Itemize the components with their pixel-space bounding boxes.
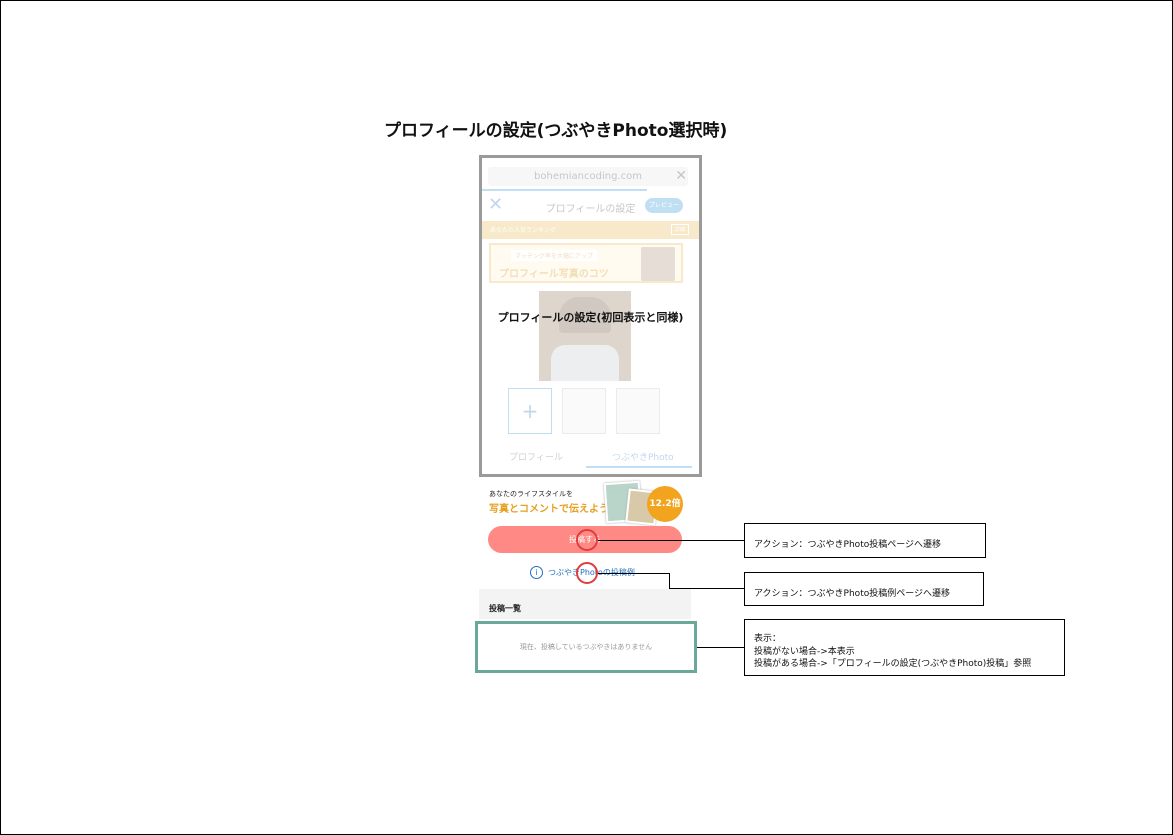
photo-slot[interactable]: [562, 388, 606, 434]
post-list-title: 投稿一覧: [489, 604, 521, 613]
lifestyle-line2: 写真とコメントで伝えよう: [489, 504, 609, 515]
empty-post-list: 現在、投稿しているつぶやきはありません: [475, 621, 697, 673]
ranking-detail-button[interactable]: 詳細: [670, 224, 689, 235]
annotation-text: 投稿がある場合->「プロフィールの設定(つぶやきPhoto)投稿」参照: [754, 659, 1032, 669]
tab-tsubuyaki-photo[interactable]: つぶやきPhoto: [612, 450, 674, 463]
lifestyle-banner[interactable]: あなたのライフスタイルを 写真とコメントで伝えよう 12.2倍: [479, 480, 691, 526]
photo-slot[interactable]: [616, 388, 660, 434]
lifestyle-badge: 12.2倍: [647, 486, 683, 522]
annotation-post-action: アクション：つぶやきPhoto投稿ページへ遷移: [744, 523, 986, 558]
url-bar[interactable]: bohemiancoding.com: [488, 167, 688, 186]
page-title: プロフィールの設定(つぶやきPhoto選択時): [384, 121, 728, 141]
connector-line: [669, 588, 744, 589]
profile-photo-shirt: [551, 345, 619, 381]
annotation-display-rule: 表示： 投稿がない場合->本表示 投稿がある場合->「プロフィールの設定(つぶや…: [744, 619, 1065, 676]
promo-title: プロフィール写真のコツ: [499, 269, 609, 280]
active-tab-indicator: [586, 466, 692, 468]
ranking-banner-text: あなたの人気ランキング: [490, 227, 556, 234]
promo-subtitle: マッチング率を大幅にアップ: [511, 250, 598, 261]
close-icon[interactable]: ✕: [675, 168, 687, 184]
empty-message: 現在、投稿しているつぶやきはありません: [519, 643, 653, 651]
profile-photo[interactable]: [539, 291, 631, 381]
annotation-text: 表示：: [754, 634, 782, 644]
promo-model-image: [641, 247, 675, 281]
connector-line: [598, 573, 670, 574]
lifestyle-line1: あなたのライフスタイルを: [489, 490, 573, 498]
connector-line: [697, 647, 744, 648]
add-photo-button[interactable]: +: [508, 388, 552, 434]
info-icon: i: [530, 566, 543, 579]
tab-profile[interactable]: プロフィール: [509, 450, 563, 463]
preview-button[interactable]: プレビュー: [645, 198, 683, 213]
highlight-circle: [576, 529, 598, 551]
phone-overlay-label: プロフィールの設定(初回表示と同様): [497, 311, 684, 324]
annotation-text: アクション：つぶやきPhoto投稿例ページへ遷移: [754, 589, 951, 599]
photo-tiles: +: [508, 388, 668, 434]
photo-tips-banner[interactable]: マッチング率を大幅にアップ プロフィール写真のコツ: [489, 243, 683, 283]
annotation-example-action: アクション：つぶやきPhoto投稿例ページへ遷移: [744, 572, 984, 606]
connector-line: [598, 540, 744, 541]
annotation-text: アクション：つぶやきPhoto投稿ページへ遷移: [754, 540, 942, 550]
load-progress: [482, 189, 647, 191]
highlight-circle: [576, 562, 598, 584]
phone-mockup: bohemiancoding.com ✕ ✕ プロフィールの設定 プレビュー あ…: [479, 155, 702, 477]
connector-line: [669, 573, 670, 589]
post-list-header: 投稿一覧: [479, 589, 691, 619]
ranking-banner[interactable]: あなたの人気ランキング 詳細: [482, 221, 699, 239]
